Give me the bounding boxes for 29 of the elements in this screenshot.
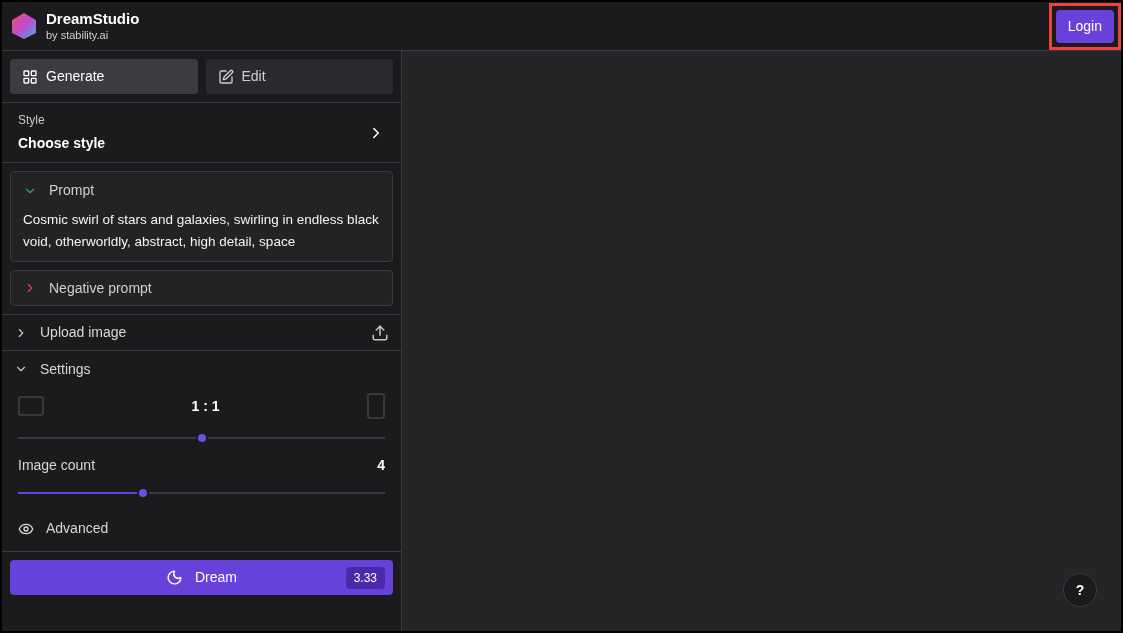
style-label: Style	[18, 112, 46, 129]
aspect-ratio-value: 1 : 1	[191, 396, 220, 416]
style-value: Choose style	[18, 134, 106, 153]
image-count-value: 4	[377, 456, 385, 475]
slider-thumb[interactable]	[195, 432, 208, 444]
edit-icon	[217, 68, 234, 85]
portrait-frame-icon[interactable]	[367, 393, 385, 419]
slider-thumb[interactable]	[136, 487, 149, 499]
mode-tab[interactable]: Edit	[205, 59, 393, 94]
prompt-header[interactable]: Prompt	[23, 180, 380, 201]
credit-cost: 3.33	[345, 567, 385, 589]
brand-tagline: by stability.ai	[46, 28, 110, 43]
prompt-text[interactable]: Cosmic swirl of stars and galaxies, swirling in endless black void, otherworldly, abstract, high detail, space	[23, 209, 380, 253]
settings-header[interactable]: Settings	[2, 351, 401, 387]
negative-prompt-header[interactable]: Negative prompt	[10, 270, 393, 306]
landscape-frame-icon[interactable]	[18, 396, 44, 416]
help-button[interactable]: ?	[1063, 573, 1097, 607]
grid-icon	[22, 68, 38, 85]
hexagon-logo-icon	[10, 12, 38, 40]
brand-name: DreamStudio	[46, 9, 140, 29]
style-selector[interactable]: Style Choose style	[2, 103, 401, 163]
image-count-label: Image count	[18, 456, 96, 475]
upload-image-row[interactable]: Upload image	[2, 315, 401, 351]
advanced-toggle[interactable]: Advanced	[2, 502, 401, 539]
upload-icon[interactable]	[371, 323, 389, 342]
mode-tab[interactable]: Generate	[10, 59, 198, 94]
login-button[interactable]: Login	[1055, 9, 1114, 43]
moon-icon	[166, 569, 183, 586]
dream-button[interactable]: Dream 3.33	[10, 560, 393, 595]
